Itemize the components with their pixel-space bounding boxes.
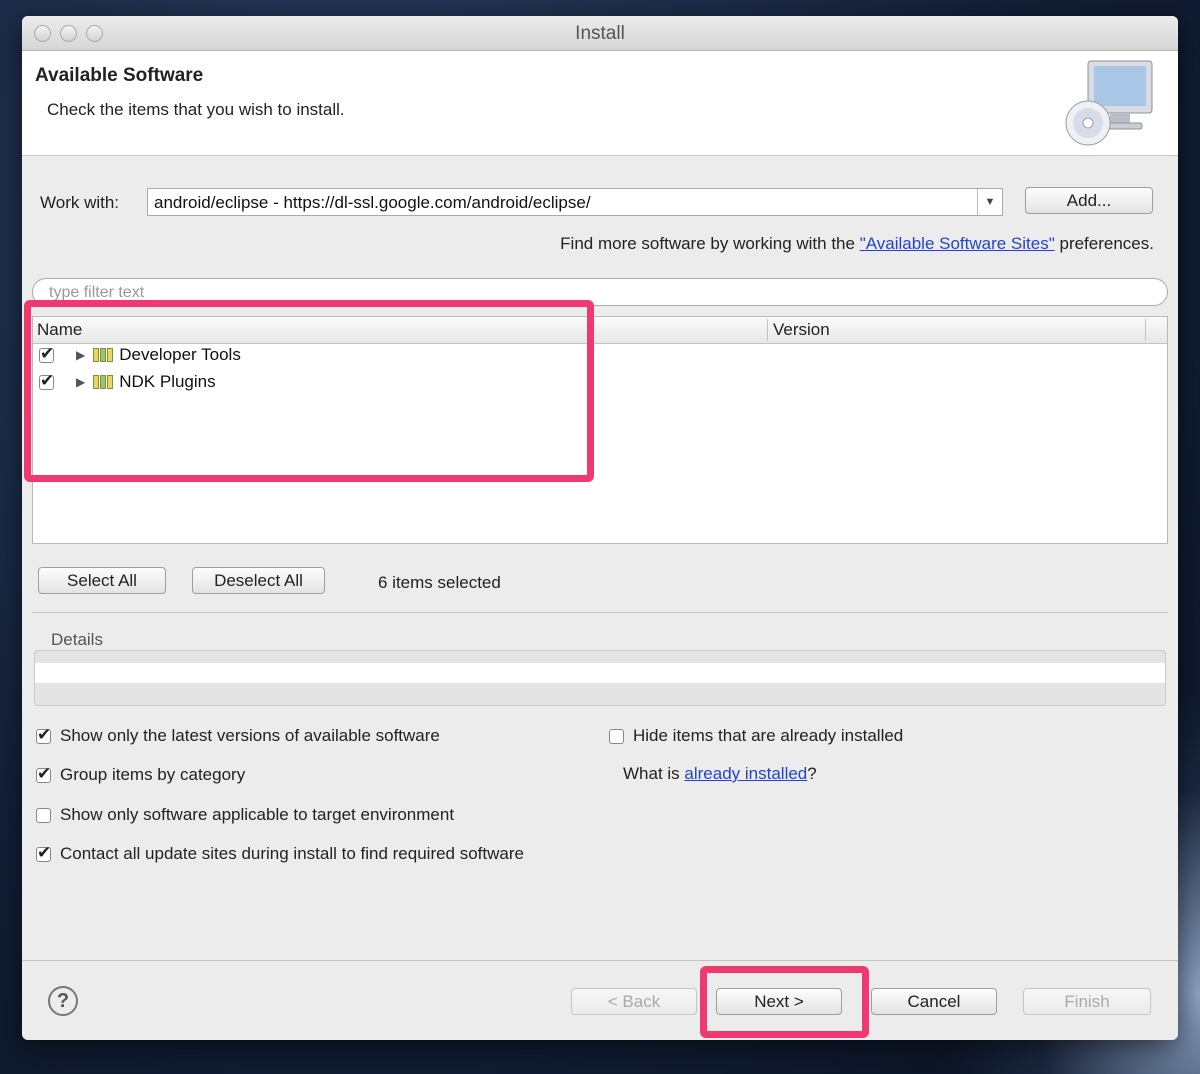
cd-computer-icon (1065, 60, 1153, 146)
page-subtitle: Check the items that you wish to install… (47, 100, 345, 119)
title-bar: Install (22, 16, 1178, 51)
group-by-category-checkbox[interactable] (36, 764, 51, 784)
find-more-suffix: preferences. (1054, 234, 1154, 253)
option-hide-installed[interactable]: Hide items that are already installed (609, 726, 903, 746)
column-version[interactable]: Version (773, 320, 830, 340)
select-all-button[interactable]: Select All (38, 567, 166, 594)
details-pane (34, 650, 1166, 706)
what-is-installed-text: What is already installed? (623, 764, 817, 784)
deselect-all-button[interactable]: Deselect All (192, 567, 325, 594)
available-software-sites-link[interactable]: "Available Software Sites" (860, 234, 1055, 253)
contact-sites-checkbox[interactable] (36, 843, 51, 863)
option-contact-sites[interactable]: Contact all update sites during install … (36, 843, 524, 864)
question-mark-icon[interactable]: ? (48, 986, 78, 1016)
option-target-environment[interactable]: Show only software applicable to target … (36, 805, 454, 825)
option-label: Group items by category (60, 765, 246, 784)
work-with-label: Work with: (40, 193, 120, 212)
footer-separator (22, 960, 1178, 961)
work-with-value: android/eclipse - https://dl-ssl.google.… (154, 193, 591, 212)
option-latest-versions[interactable]: Show only the latest versions of availab… (36, 725, 440, 746)
tree-highlight-annotation (24, 300, 594, 482)
find-more-text: Find more software by working with the "… (560, 234, 1154, 254)
already-installed-link[interactable]: already installed (684, 764, 807, 783)
column-divider (767, 319, 768, 341)
next-highlight-annotation (700, 966, 869, 1038)
add-site-button[interactable]: Add... (1025, 187, 1153, 214)
option-label: Contact all update sites during install … (60, 844, 524, 863)
option-label: Show only software applicable to target … (60, 805, 455, 824)
selection-status: 6 items selected (378, 573, 501, 592)
window-title: Install (575, 23, 625, 44)
cancel-button[interactable]: Cancel (871, 988, 997, 1015)
wizard-header: Available Software Check the items that … (22, 51, 1178, 156)
column-divider (1145, 319, 1146, 341)
back-button[interactable]: < Back (571, 988, 697, 1015)
hide-installed-checkbox[interactable] (609, 728, 624, 744)
page-title: Available Software (35, 65, 204, 86)
find-more-prefix: Find more software by working with the (560, 234, 860, 253)
finish-button[interactable]: Finish (1023, 988, 1151, 1015)
what-is-suffix: ? (807, 764, 817, 783)
option-group-by-category[interactable]: Group items by category (36, 764, 246, 785)
what-is-prefix: What is (623, 764, 685, 783)
work-with-combobox[interactable]: android/eclipse - https://dl-ssl.google.… (147, 188, 1003, 216)
details-label: Details (51, 630, 103, 649)
dropdown-arrow-icon[interactable]: ▼ (977, 189, 1002, 215)
target-environment-checkbox[interactable] (36, 807, 51, 823)
details-text-area (35, 663, 1165, 683)
option-label: Show only the latest versions of availab… (60, 726, 440, 745)
separator (32, 612, 1168, 613)
install-dialog: Install Available Software Check the ite… (22, 16, 1178, 1040)
latest-versions-checkbox[interactable] (36, 725, 51, 745)
option-label: Hide items that are already installed (633, 726, 904, 745)
